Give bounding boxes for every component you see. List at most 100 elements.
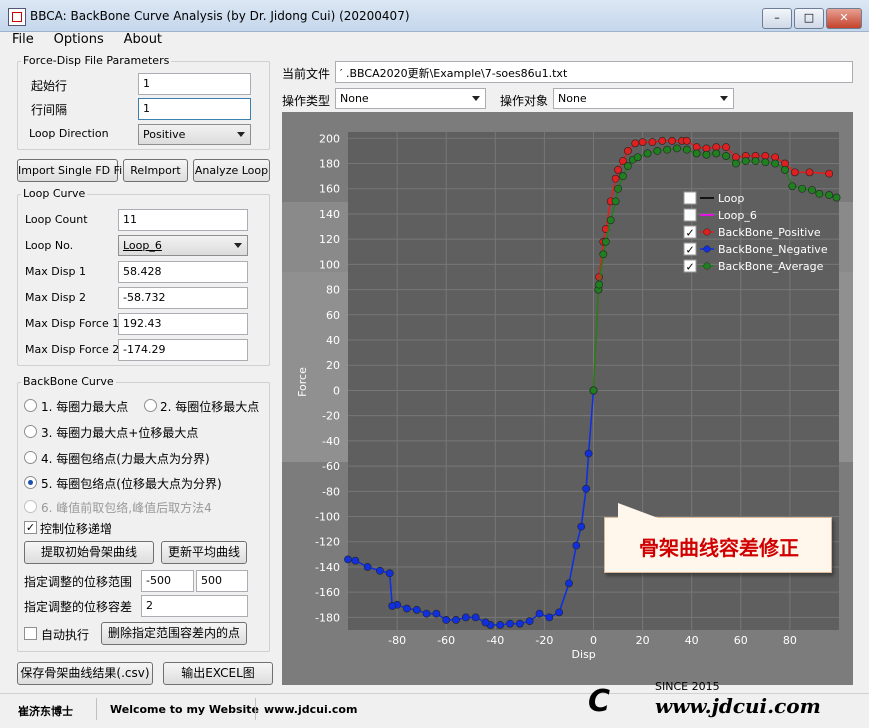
export-excel-button[interactable]: 输出EXCEL图 bbox=[163, 662, 273, 685]
close-button[interactable]: ✕ bbox=[826, 8, 862, 29]
radio-opt2[interactable] bbox=[144, 399, 157, 412]
legend-label: BackBone_Negative bbox=[718, 243, 828, 256]
opt3-label: 3. 每圈力最大点+位移最大点 bbox=[41, 426, 199, 440]
loop-no-select[interactable]: Loop_6 bbox=[118, 235, 248, 256]
auto-exec-label: 自动执行 bbox=[41, 628, 90, 642]
menu-about[interactable]: About bbox=[124, 32, 162, 47]
data-point bbox=[344, 555, 352, 564]
import-fd-button[interactable]: Import Single FD File bbox=[17, 159, 132, 182]
data-point bbox=[606, 216, 615, 225]
menu-options[interactable]: Options bbox=[54, 32, 104, 47]
update-average-button[interactable]: 更新平均曲线 bbox=[161, 541, 247, 564]
minimize-button[interactable]: – bbox=[762, 8, 792, 29]
max-disp-force1-input[interactable]: 192.43 bbox=[118, 313, 248, 335]
data-point bbox=[798, 184, 807, 193]
data-point bbox=[363, 563, 372, 571]
max-disp2-input[interactable]: -58.732 bbox=[118, 287, 248, 309]
status-welcome: Welcome to my Website bbox=[110, 703, 260, 716]
y-tick-label: 0 bbox=[333, 384, 340, 397]
title-bar: BBCA: BackBone Curve Analysis (by Dr. Ji… bbox=[0, 0, 869, 32]
data-point bbox=[631, 139, 640, 148]
x-tick-label: 60 bbox=[734, 634, 748, 647]
legend-label: BackBone_Positive bbox=[718, 226, 821, 239]
data-point bbox=[385, 569, 394, 578]
loop-no-value: Loop_6 bbox=[123, 239, 162, 252]
since-text: SINCE 2015 bbox=[655, 680, 720, 693]
data-point bbox=[808, 186, 816, 194]
x-tick-label: -40 bbox=[486, 634, 504, 647]
maximize-button[interactable]: □ bbox=[794, 8, 824, 29]
data-point bbox=[452, 616, 460, 624]
row-interval-input[interactable]: 1 bbox=[138, 98, 251, 120]
data-point bbox=[442, 616, 451, 624]
data-point bbox=[555, 608, 564, 617]
loop-direction-select[interactable]: Positive bbox=[138, 124, 251, 145]
status-site[interactable]: www.jdcui.com bbox=[264, 703, 357, 716]
data-point bbox=[682, 136, 691, 145]
tolerance-label: 指定调整的位移容差 bbox=[24, 600, 133, 614]
data-point bbox=[712, 149, 721, 158]
radio-opt1[interactable] bbox=[24, 399, 37, 412]
radio-opt4[interactable] bbox=[24, 451, 37, 464]
data-point bbox=[788, 182, 797, 191]
fd-params-title: Force-Disp File Parameters bbox=[21, 54, 172, 67]
status-separator bbox=[96, 698, 97, 720]
callout-box: 骨架曲线容差修正 bbox=[604, 517, 832, 573]
data-point bbox=[771, 159, 780, 168]
callout-pointer bbox=[618, 503, 658, 518]
auto-exec-checkbox[interactable] bbox=[24, 627, 37, 640]
start-row-input[interactable]: 1 bbox=[138, 73, 251, 95]
range-min-input[interactable]: -500 bbox=[141, 570, 194, 592]
analyze-loop-button[interactable]: Analyze Loop bbox=[193, 159, 270, 182]
data-point bbox=[658, 136, 667, 145]
data-point bbox=[611, 197, 620, 206]
chevron-down-icon bbox=[237, 132, 245, 137]
chevron-down-icon bbox=[472, 96, 480, 101]
max-disp-force2-input[interactable]: -174.29 bbox=[118, 339, 248, 361]
current-file-input[interactable]: ′ .BBCA2020更新\Example\7-soes86u1.txt bbox=[335, 61, 853, 83]
save-csv-button[interactable]: 保存骨架曲线结果(.csv) bbox=[17, 662, 153, 685]
legend-marker bbox=[703, 262, 711, 270]
delete-points-button[interactable]: 删除指定范围容差内的点 bbox=[101, 622, 247, 645]
op-type-value: None bbox=[340, 92, 369, 105]
data-point bbox=[643, 149, 652, 158]
y-tick-label: 200 bbox=[319, 132, 340, 145]
x-tick-label: 0 bbox=[590, 634, 597, 647]
loop-direction-value: Positive bbox=[143, 128, 186, 141]
app-icon bbox=[8, 8, 26, 26]
radio-opt3[interactable] bbox=[24, 425, 37, 438]
radio-opt5[interactable] bbox=[24, 476, 37, 489]
backbone-title: BackBone Curve bbox=[21, 375, 116, 388]
current-file-label: 当前文件 bbox=[282, 67, 331, 81]
chart-area[interactable]: -80 -60 -40 -20 0 20 40 60 80 200 180 160 140 120 100 8… bbox=[282, 112, 853, 685]
loop-count-input[interactable]: 11 bbox=[118, 209, 248, 231]
reimport-button[interactable]: ReImport bbox=[123, 159, 188, 182]
data-point bbox=[572, 541, 581, 550]
window-title: BBCA: BackBone Curve Analysis (by Dr. Ji… bbox=[30, 9, 410, 23]
menu-file[interactable]: File bbox=[12, 32, 34, 47]
extract-backbone-button[interactable]: 提取初始骨架曲线 bbox=[24, 541, 154, 564]
max-disp1-input[interactable]: 58.428 bbox=[118, 261, 248, 283]
data-point bbox=[741, 157, 750, 165]
op-target-select[interactable]: None bbox=[553, 88, 734, 109]
data-point bbox=[623, 147, 632, 155]
x-axis-label: Disp bbox=[572, 648, 596, 661]
opt4-label: 4. 每圈包络点(力最大点为分界) bbox=[41, 452, 210, 466]
data-point bbox=[496, 621, 505, 629]
y-tick-label: -60 bbox=[322, 460, 340, 473]
op-type-select[interactable]: None bbox=[335, 88, 486, 109]
op-target-label: 操作对象 bbox=[500, 94, 549, 108]
range-max-input[interactable]: 500 bbox=[196, 570, 248, 592]
y-tick-label: -100 bbox=[315, 511, 340, 524]
data-point bbox=[481, 618, 490, 627]
status-bar: 崔济东博士 Welcome to my Website www.jdcui.co… bbox=[0, 680, 869, 728]
y-tick-label: -120 bbox=[315, 536, 340, 549]
data-point bbox=[535, 609, 544, 618]
ctrl-disp-checkbox[interactable]: ✓ bbox=[24, 521, 37, 534]
logo-website: www.jdcui.com bbox=[655, 694, 821, 718]
radio-opt6[interactable] bbox=[24, 500, 37, 513]
data-point bbox=[815, 189, 824, 198]
tolerance-input[interactable]: 2 bbox=[141, 595, 248, 617]
legend-marker bbox=[703, 245, 711, 253]
y-tick-label: -180 bbox=[315, 611, 340, 624]
